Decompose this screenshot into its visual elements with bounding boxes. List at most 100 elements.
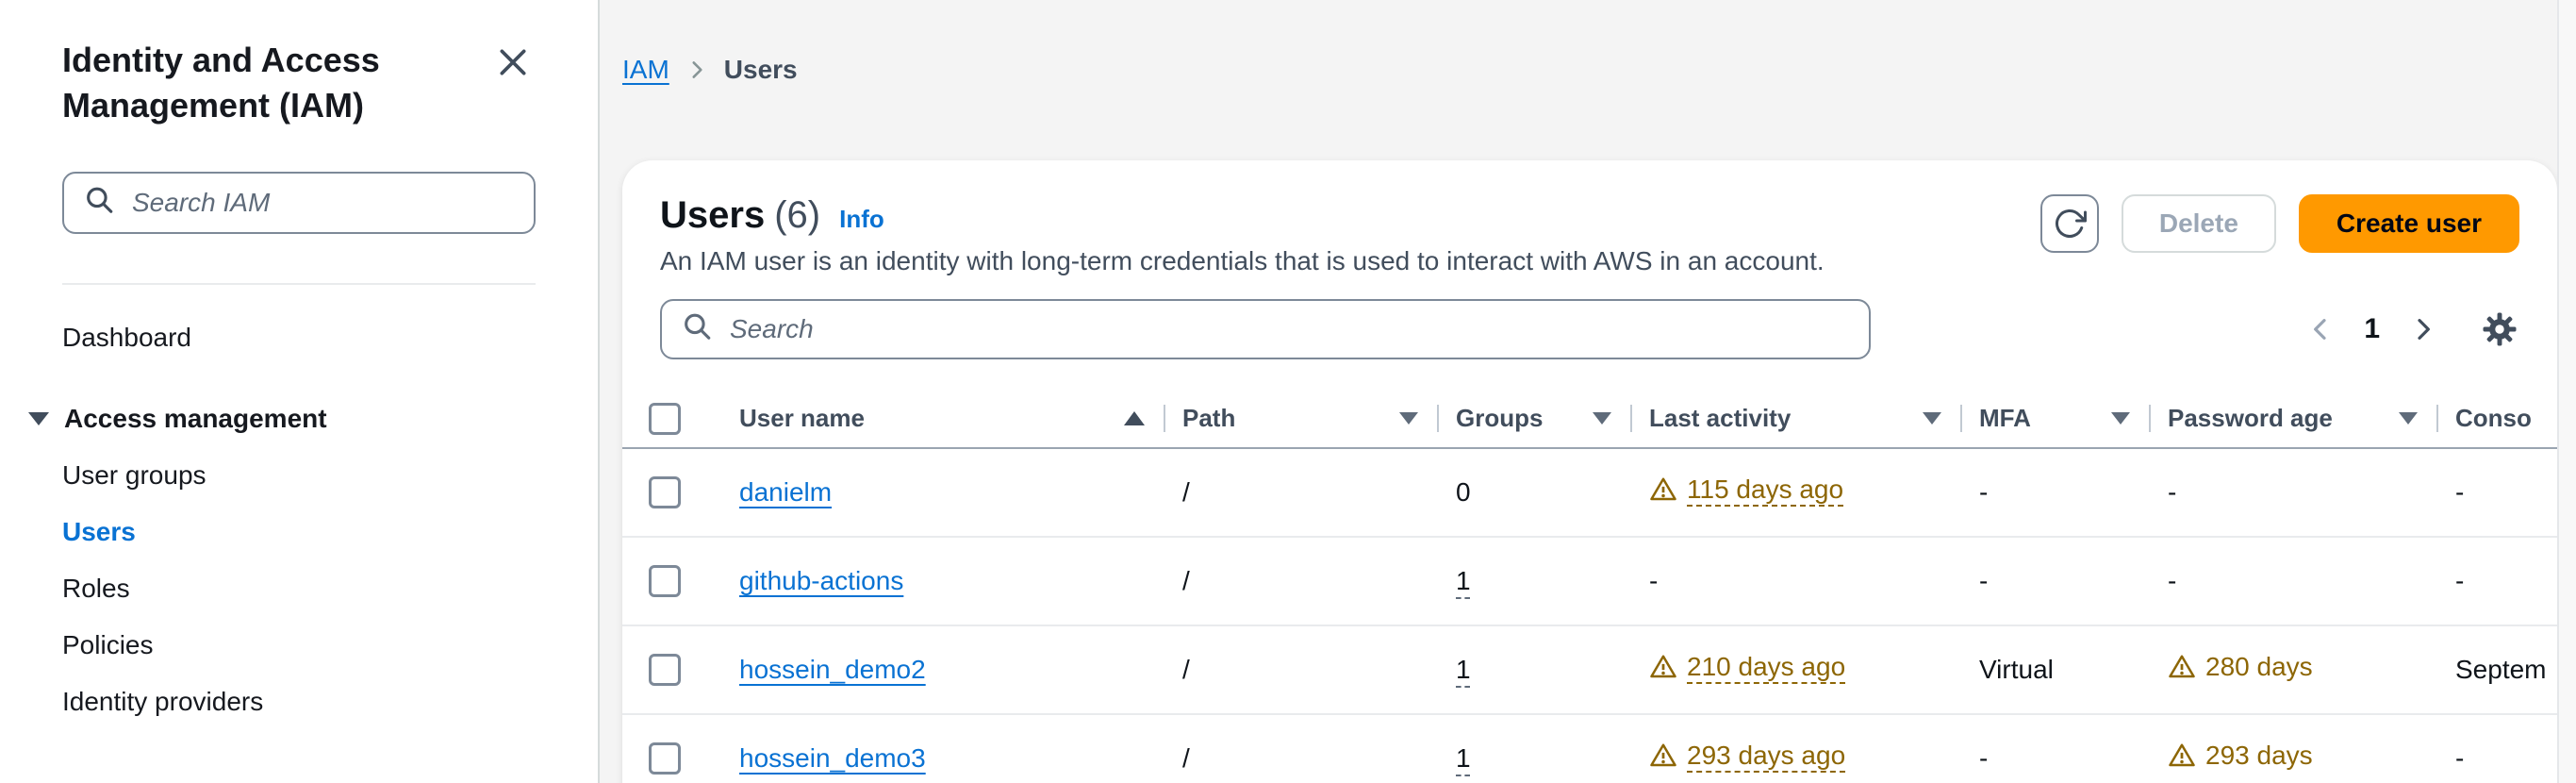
warning-icon [1650, 655, 1676, 678]
console-cell: - [2436, 714, 2557, 783]
warning-icon [1650, 477, 1676, 501]
row-checkbox[interactable] [649, 742, 681, 775]
warning-icon [2169, 655, 2195, 678]
groups-cell: 1 [1437, 714, 1630, 783]
warning-icon [2169, 743, 2195, 767]
select-all-header[interactable] [622, 390, 720, 449]
select-all-checkbox[interactable] [649, 402, 681, 435]
previous-page-button[interactable] [2302, 310, 2339, 348]
sort-ascending-icon[interactable] [1124, 411, 1145, 425]
sidebar-item-label: Policies [62, 630, 154, 660]
sidebar-item-label: Identity providers [62, 687, 264, 717]
sidebar-item-user-groups[interactable]: User groups [62, 447, 536, 504]
refresh-icon [2055, 209, 2087, 238]
chevron-down-icon [28, 412, 49, 426]
user-name-link[interactable]: github-actions [739, 566, 903, 595]
preferences-button[interactable] [2480, 309, 2519, 349]
users-panel: Users (6) Info An IAM user is an identit… [622, 160, 2557, 783]
users-count: (6) [774, 194, 821, 236]
groups-cell: 1 [1437, 537, 1630, 626]
filter-caret-icon[interactable] [2399, 412, 2418, 425]
sidebar-item-dashboard[interactable]: Dashboard [62, 309, 536, 366]
mfa-cell: Virtual [1960, 625, 2149, 715]
filter-caret-icon[interactable] [1399, 412, 1418, 425]
mfa-cell: - [1960, 714, 2149, 783]
close-icon[interactable] [490, 40, 536, 88]
gear-icon [2483, 312, 2517, 346]
sidebar-item-identity-providers[interactable]: Identity providers [62, 674, 536, 730]
password-age-cell: 293 days [2149, 714, 2436, 783]
column-header-path[interactable]: Path [1164, 390, 1437, 449]
sidebar-item-roles[interactable]: Roles [62, 560, 536, 617]
user-name-link[interactable]: hossein_demo3 [739, 743, 926, 773]
filter-caret-icon[interactable] [1593, 412, 1611, 425]
path-cell: / [1164, 625, 1437, 715]
info-link[interactable]: Info [839, 205, 884, 234]
column-label: Last activity [1649, 404, 1792, 432]
chevron-right-icon [2418, 319, 2430, 340]
sidebar-section-access-management[interactable]: Access management [28, 391, 536, 447]
breadcrumb-current: Users [723, 55, 798, 84]
sidebar-item-policies[interactable]: Policies [62, 617, 536, 674]
next-page-button[interactable] [2404, 310, 2442, 348]
console-cell: - [2436, 448, 2557, 538]
table-row: hossein_demo3 / 1 293 days ago - 293 day… [622, 714, 2557, 783]
column-label: Groups [1456, 404, 1544, 432]
chevron-left-icon [2314, 319, 2326, 340]
sidebar-item-label: Roles [62, 574, 130, 604]
row-checkbox[interactable] [649, 654, 681, 687]
breadcrumb-chevron-icon [685, 58, 709, 82]
panel-description: An IAM user is an identity with long-ter… [660, 246, 1825, 275]
row-checkbox[interactable] [649, 476, 681, 509]
create-user-button[interactable]: Create user [2298, 194, 2519, 253]
row-checkbox[interactable] [649, 565, 681, 598]
sidebar-item-users[interactable]: Users [62, 504, 536, 560]
refresh-button[interactable] [2039, 194, 2099, 253]
filter-caret-icon[interactable] [2111, 412, 2130, 425]
scrollbar[interactable] [2557, 0, 2576, 783]
sidebar-item-label: Dashboard [62, 323, 191, 353]
last-activity-cell: 293 days ago [1630, 714, 1960, 783]
filter-caret-icon[interactable] [1923, 412, 1941, 425]
mfa-cell: - [1960, 537, 2149, 626]
user-name-link[interactable]: danielm [739, 477, 832, 507]
column-header-last-activity[interactable]: Last activity [1630, 390, 1960, 449]
password-age-cell: - [2149, 448, 2436, 538]
breadcrumb: IAM Users [622, 49, 2557, 91]
sidebar-divider [62, 283, 536, 286]
table-search-input[interactable] [660, 299, 1871, 359]
sidebar-section-label: Access management [64, 404, 327, 434]
column-label: Password age [2168, 404, 2333, 432]
table-row: danielm / 0 115 days ago - - - [622, 448, 2557, 538]
table-row: github-actions / 1 - - - - [622, 537, 2557, 626]
groups-cell: 0 [1437, 448, 1630, 538]
delete-button[interactable]: Delete [2121, 194, 2276, 253]
sidebar-search-input[interactable] [62, 172, 536, 235]
path-cell: / [1164, 448, 1437, 538]
column-header-mfa[interactable]: MFA [1960, 390, 2149, 449]
warning-icon [1650, 743, 1676, 767]
console-cell: Septem [2436, 625, 2557, 715]
console-cell: - [2436, 537, 2557, 626]
user-name-link[interactable]: hossein_demo2 [739, 655, 926, 684]
password-age-cell: - [2149, 537, 2436, 626]
column-header-groups[interactable]: Groups [1437, 390, 1630, 449]
column-header-console[interactable]: Conso [2436, 390, 2557, 449]
page-title: Users [660, 194, 766, 236]
search-icon [681, 310, 713, 349]
column-header-user-name[interactable]: User name [720, 390, 1164, 449]
last-activity-cell: 115 days ago [1630, 448, 1960, 538]
last-activity-cell: 210 days ago [1630, 625, 1960, 715]
users-table: User name Path Groups Last activity MFA … [622, 390, 2557, 783]
sidebar-nav: Dashboard Access management User groups … [28, 309, 536, 730]
column-header-password-age[interactable]: Password age [2149, 390, 2436, 449]
sidebar-item-label: User groups [62, 460, 206, 491]
pagination: 1 [2302, 309, 2519, 349]
column-label: User name [739, 404, 865, 432]
column-label: Path [1182, 404, 1236, 432]
toolbar: Delete Create user [2039, 194, 2519, 253]
column-label: Conso [2455, 404, 2532, 432]
search-icon [83, 184, 115, 223]
breadcrumb-iam-link[interactable]: IAM [622, 55, 669, 85]
current-page[interactable]: 1 [2364, 313, 2380, 345]
